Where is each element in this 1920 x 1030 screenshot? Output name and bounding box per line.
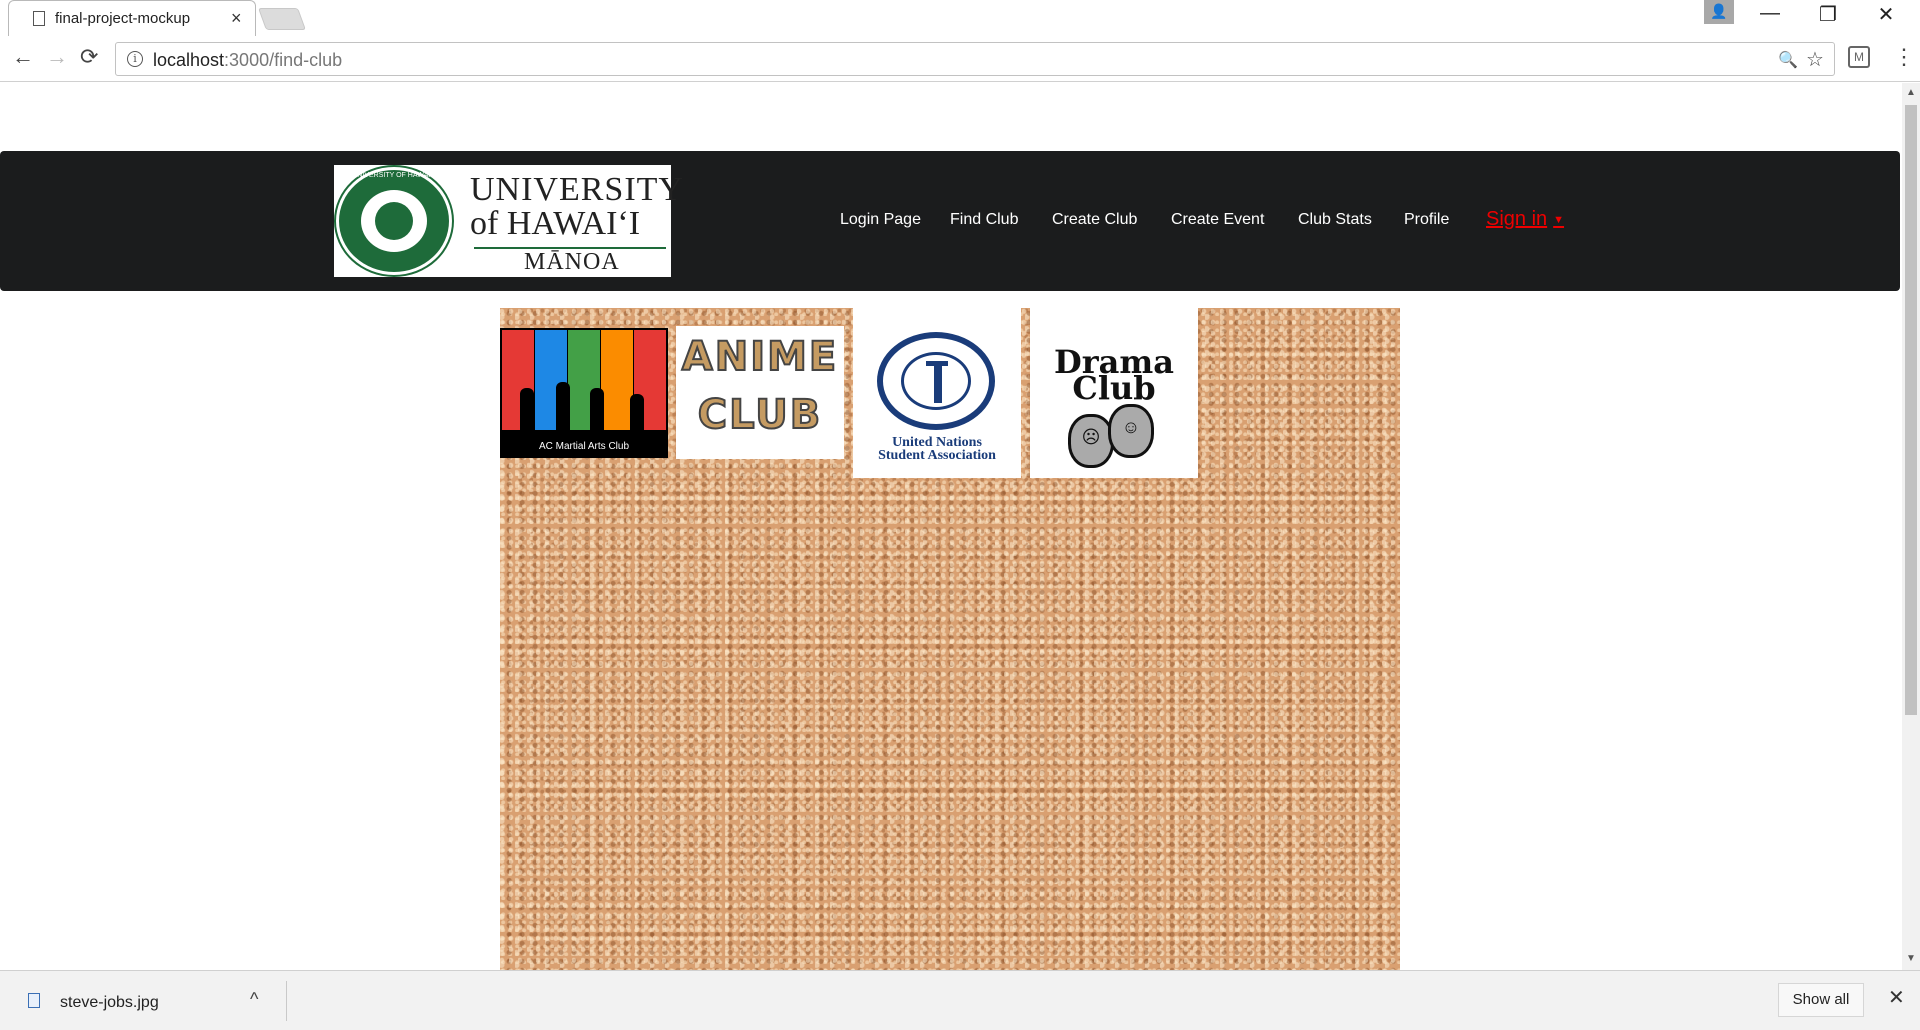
club-card-united-nations[interactable]: United Nations Student Association	[853, 308, 1021, 478]
tab-title: final-project-mockup	[55, 10, 191, 27]
back-icon[interactable]: ←	[12, 44, 34, 70]
new-tab-button[interactable]	[257, 8, 307, 30]
club-card-drama[interactable]: Drama Club ☹ ☺	[1030, 308, 1198, 478]
scroll-down-icon[interactable]: ▼	[1906, 953, 1916, 964]
profile-icon[interactable]: 👤	[1704, 0, 1734, 24]
caret-down-icon: ▼	[1553, 213, 1565, 226]
drama-line2: Club	[1072, 369, 1156, 407]
logo-manoa: MĀNOA	[524, 249, 620, 275]
url-path: :3000/find-club	[224, 50, 343, 70]
scroll-up-icon[interactable]: ▲	[1906, 87, 1916, 98]
browser-toolbar: ← → ⟳ i localhost:3000/find-club 🔍 ☆	[0, 36, 1920, 82]
browser-tab[interactable]: final-project-mockup ×	[8, 0, 256, 36]
nav-create-club[interactable]: Create Club	[1052, 211, 1137, 229]
page-icon	[33, 11, 45, 26]
site-navbar: UNIVERSITY OF HAWAI‘I UNIVERSITY of HAWA…	[0, 151, 1900, 291]
logo-university: UNIVERSITY	[470, 171, 684, 208]
un-emblem-icon	[877, 332, 995, 430]
comedy-mask-icon: ☺	[1108, 404, 1154, 458]
image-file-icon	[28, 993, 40, 1008]
chevron-up-icon[interactable]: ^	[250, 989, 258, 1010]
seal-text: UNIVERSITY OF HAWAI‘I	[352, 172, 434, 179]
anime-line2: CLUB	[697, 391, 823, 439]
logo-of-hawaii: of HAWAI‘I	[470, 205, 641, 242]
nav-find-club[interactable]: Find Club	[950, 211, 1018, 229]
zoom-icon[interactable]: 🔍	[1778, 50, 1798, 70]
club-card-anime[interactable]: ANIME CLUB	[676, 326, 844, 459]
close-download-bar-icon[interactable]: ✕	[1888, 985, 1905, 1010]
nav-create-event[interactable]: Create Event	[1171, 211, 1264, 229]
tab-strip: final-project-mockup × 👤 — ❐ ✕	[0, 0, 1920, 36]
address-bar[interactable]: i localhost:3000/find-club 🔍 ☆	[115, 42, 1835, 76]
info-icon[interactable]: i	[127, 51, 143, 67]
url-host: localhost	[153, 50, 225, 70]
browser-menu-icon[interactable]: ⋮	[1893, 44, 1915, 70]
uh-seal-icon: UNIVERSITY OF HAWAI‘I	[334, 165, 454, 277]
url-text: localhost:3000/find-club	[153, 50, 342, 71]
download-bar: steve-jobs.jpg ^ Show all ✕	[0, 970, 1920, 1030]
close-window-button[interactable]: ✕	[1866, 2, 1906, 27]
divider	[286, 981, 287, 1021]
scroll-thumb[interactable]	[1905, 105, 1917, 715]
bookmark-star-icon[interactable]: ☆	[1806, 47, 1824, 72]
page-viewport: UNIVERSITY OF HAWAI‘I UNIVERSITY of HAWA…	[0, 83, 1902, 970]
anime-line1: ANIME	[681, 333, 839, 381]
nav-login-page[interactable]: Login Page	[840, 211, 921, 229]
minimize-button[interactable]: —	[1750, 2, 1790, 25]
club-name-martial-arts: AC Martial Arts Club	[538, 441, 630, 452]
show-all-button[interactable]: Show all	[1778, 983, 1864, 1017]
restore-button[interactable]: ❐	[1808, 2, 1848, 27]
download-file-name[interactable]: steve-jobs.jpg	[60, 994, 159, 1012]
nav-club-stats[interactable]: Club Stats	[1298, 211, 1372, 229]
page-scrollbar[interactable]: ▲ ▼	[1902, 83, 1920, 970]
extension-icon[interactable]: M	[1848, 46, 1870, 68]
tab-close-icon[interactable]: ×	[231, 8, 242, 29]
un-line2: Student Association	[878, 448, 996, 463]
nav-profile[interactable]: Profile	[1404, 211, 1449, 229]
forward-icon[interactable]: →	[46, 44, 68, 70]
sign-in-label: Sign in	[1486, 208, 1548, 230]
reload-icon[interactable]: ⟳	[80, 44, 98, 70]
tragedy-mask-icon: ☹	[1068, 414, 1114, 468]
sign-in-dropdown[interactable]: Sign in ▼	[1486, 208, 1564, 231]
uh-manoa-logo[interactable]: UNIVERSITY OF HAWAI‘I UNIVERSITY of HAWA…	[334, 165, 683, 277]
club-card-martial-arts[interactable]: AC Martial Arts Club	[500, 328, 668, 458]
